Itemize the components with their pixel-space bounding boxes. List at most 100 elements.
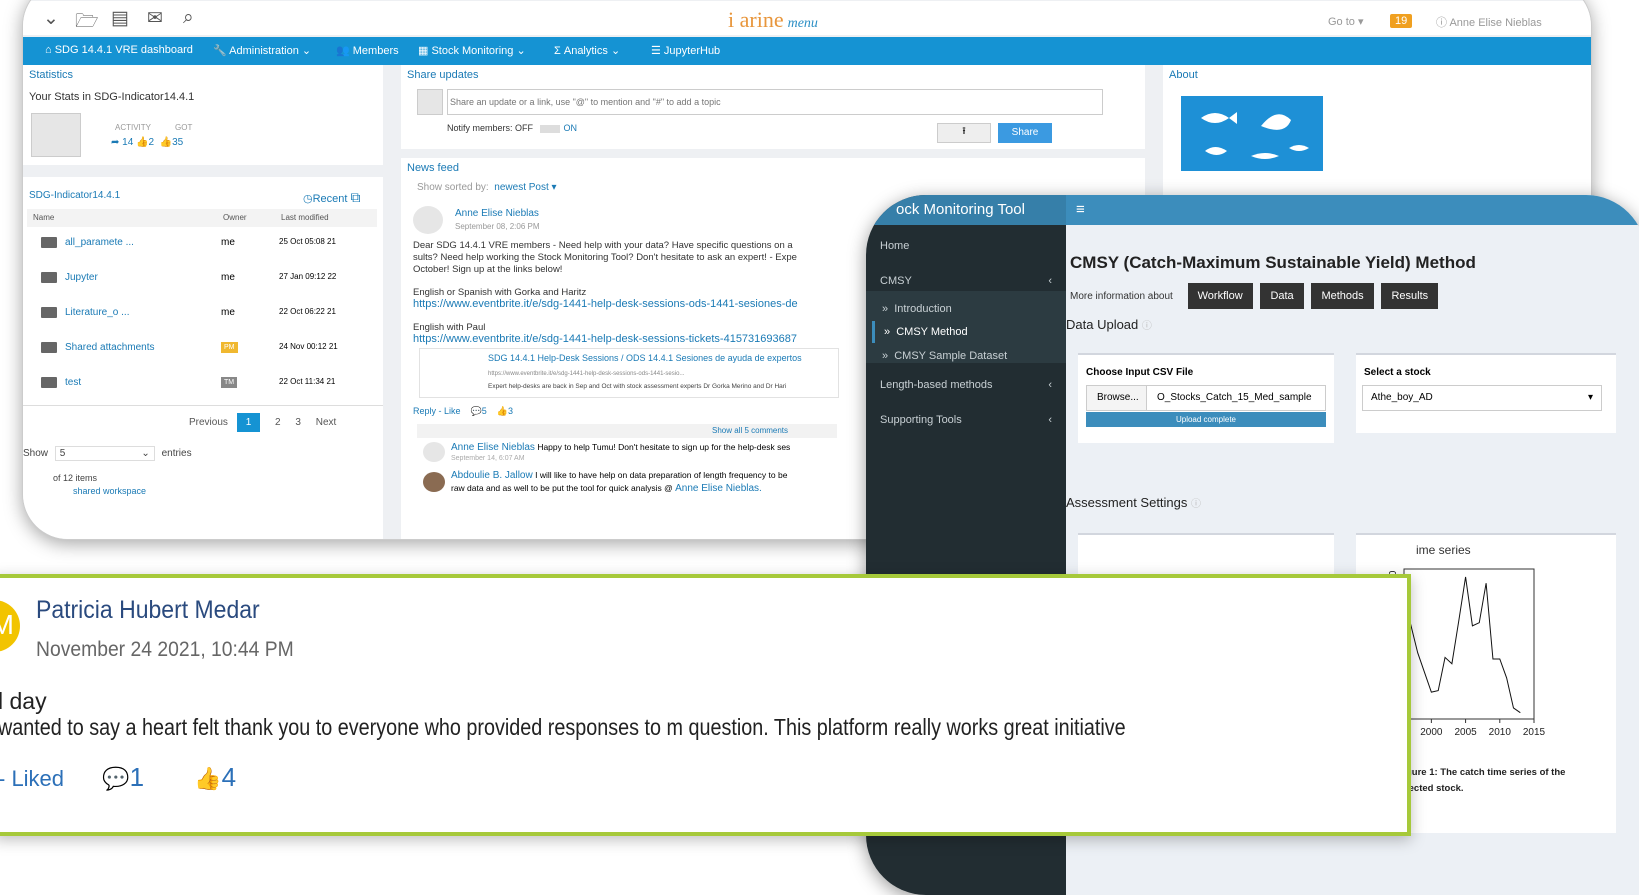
- comment-icon[interactable]: 💬: [471, 406, 482, 416]
- row-name[interactable]: Shared attachments: [65, 342, 155, 353]
- row-name[interactable]: Literature_o ...: [65, 307, 129, 318]
- comment-text: Happy to help Tumu! Don't hesitate to si…: [537, 442, 791, 452]
- info-icon[interactable]: ⓘ: [1191, 499, 1201, 510]
- avatar: [423, 442, 445, 462]
- sidebar-item-home[interactable]: Home: [880, 240, 909, 252]
- likes-count: 4: [221, 762, 237, 792]
- file-input[interactable]: Browse... O_Stocks_Catch_15_Med_sample: [1086, 385, 1326, 411]
- x-tick-label: 2005: [1454, 727, 1477, 738]
- table-row[interactable]: Jupyter me 27 Jan 09:12 22: [33, 272, 383, 306]
- table-row[interactable]: Shared attachments PM 24 Nov 00:12 21: [33, 342, 383, 376]
- workspace-panel: SDG-Indicator14.4.1 ◷Recent ⧉ Name Owner…: [23, 177, 383, 539]
- recent-link[interactable]: ◷Recent ⧉: [303, 189, 361, 206]
- sidebar-item-length-based[interactable]: Length-based methods ‹: [880, 379, 1052, 391]
- table-row[interactable]: all_paramete ... me 25 Oct 05:08 21: [33, 237, 383, 271]
- post-link[interactable]: https://www.eventbrite.it/e/sdg-1441-hel…: [413, 333, 797, 345]
- external-link-icon[interactable]: ⧉: [351, 189, 361, 205]
- comment-icon[interactable]: 💬: [102, 766, 129, 791]
- show-all-comments[interactable]: Show all 5 comments: [712, 426, 788, 435]
- sort-dropdown[interactable]: newest Post: [494, 182, 548, 193]
- nav-analytics[interactable]: Σ Analytics ⌄: [554, 44, 620, 57]
- info-icon[interactable]: ⓘ: [1142, 321, 1152, 332]
- chevron-left-icon: ‹: [1048, 414, 1052, 426]
- reply-like-link[interactable]: Reply - Like: [413, 406, 461, 416]
- comment-author[interactable]: Abdoulie B. Jallow: [451, 470, 533, 481]
- prev-page[interactable]: Previous: [189, 417, 228, 428]
- nav-members[interactable]: 👥 Members: [336, 44, 399, 57]
- hamburger-icon[interactable]: ≡: [1076, 201, 1085, 218]
- book-icon[interactable]: ▤: [111, 7, 129, 30]
- notification-badge[interactable]: 19: [1390, 14, 1413, 28]
- main-navbar: ⌂ SDG 14.4.1 VRE dashboard 🔧 Administrat…: [23, 37, 1591, 65]
- post-author[interactable]: Anne Elise Nieblas: [455, 208, 539, 219]
- recent-label: Recent: [312, 193, 348, 205]
- notify-toggle[interactable]: Notify members: OFF ON: [447, 123, 577, 133]
- liked-link[interactable]: - Liked: [0, 766, 64, 791]
- sidebar-item-supporting-tools[interactable]: Supporting Tools ‹: [880, 414, 1052, 426]
- section-title: Data Upload: [1066, 317, 1139, 332]
- comment-author[interactable]: Anne Elise Nieblas: [451, 442, 535, 453]
- logo-menu: menu: [787, 16, 818, 31]
- table-row[interactable]: Literature_o ... me 22 Oct 06:22 21: [33, 307, 383, 341]
- page-1[interactable]: 1: [236, 413, 261, 432]
- page-3[interactable]: 3: [295, 417, 301, 428]
- nav-dashboard[interactable]: ⌂ SDG 14.4.1 VRE dashboard: [45, 44, 193, 56]
- search-icon[interactable]: ⌕: [183, 7, 194, 29]
- post-link[interactable]: https://www.eventbrite.it/e/sdg-1441-hel…: [413, 298, 798, 310]
- results-button[interactable]: Results: [1381, 283, 1439, 309]
- sidebar-item-cmsy-method[interactable]: » CMSY Method: [884, 326, 968, 338]
- csv-upload-box: Choose Input CSV File Browse... O_Stocks…: [1078, 353, 1334, 443]
- chart-title: ime series: [1416, 543, 1471, 557]
- page-2[interactable]: 2: [275, 417, 281, 428]
- menu-arrow-icon[interactable]: ⌄: [43, 7, 59, 30]
- active-indicator: [872, 321, 875, 343]
- activity-label: ACTIVITY: [115, 123, 152, 132]
- thumbs-up-icon[interactable]: 👍: [497, 406, 508, 416]
- folder-icon[interactable]: 🗁: [75, 7, 99, 39]
- mail-icon[interactable]: ✉: [147, 7, 163, 30]
- user-menu[interactable]: ⓘ Anne Elise Nieblas: [1436, 14, 1542, 30]
- comment-date: September 14, 6:07 AM: [451, 455, 525, 462]
- toggle-switch[interactable]: [539, 124, 560, 133]
- entries-select[interactable]: 5 ⌄: [54, 446, 155, 461]
- next-page[interactable]: Next: [316, 417, 337, 428]
- nav-label: Analytics: [563, 45, 608, 57]
- sidebar-item-introduction[interactable]: » Introduction: [882, 303, 952, 315]
- row-name[interactable]: test: [65, 377, 81, 388]
- share-button[interactable]: Share: [998, 123, 1052, 143]
- row-name[interactable]: all_paramete ...: [65, 237, 134, 248]
- sidebar-item-cmsy[interactable]: CMSY ‹: [880, 275, 1052, 287]
- sidebar-label: Introduction: [894, 303, 952, 315]
- statistics-panel: Statistics Your Stats in SDG-Indicator14…: [23, 65, 383, 165]
- goto-dropdown[interactable]: Go to ▾: [1328, 15, 1363, 28]
- shared-workspace-link[interactable]: shared workspace: [73, 486, 146, 496]
- mention-link[interactable]: Anne Elise Nieblas.: [675, 483, 762, 494]
- nav-label: SDG 14.4.1 VRE dashboard: [54, 44, 193, 56]
- share-input[interactable]: [447, 89, 1103, 115]
- got-label: GOT: [175, 123, 193, 132]
- nav-stock-monitoring[interactable]: ▦ Stock Monitoring ⌄: [418, 44, 526, 57]
- link-preview[interactable]: SDG 14.4.1 Help-Desk Sessions / ODS 14.4…: [419, 348, 839, 398]
- post-author[interactable]: Patricia Hubert Medar: [36, 596, 260, 625]
- nav-jupyterhub[interactable]: ☰ JupyterHub: [651, 44, 720, 57]
- col-name: Name: [33, 213, 55, 222]
- row-owner: PM: [221, 342, 238, 353]
- file-name: O_Stocks_Catch_15_Med_sample: [1157, 392, 1312, 403]
- likes-count: 2: [148, 137, 155, 148]
- thumbs-up-icon[interactable]: 👍: [194, 766, 221, 791]
- sidebar-item-sample-dataset[interactable]: » CMSY Sample Dataset: [882, 350, 1007, 362]
- post-body-line: English or Spanish with Gorka and Haritz: [413, 287, 587, 298]
- row-modified: 22 Oct 06:22 21: [279, 307, 336, 316]
- upload-button[interactable]: ⭱: [937, 123, 991, 143]
- row-name[interactable]: Jupyter: [65, 272, 98, 283]
- preview-title[interactable]: SDG 14.4.1 Help-Desk Sessions / ODS 14.4…: [488, 353, 802, 363]
- browse-button[interactable]: Browse...: [1087, 386, 1147, 410]
- methods-button[interactable]: Methods: [1311, 283, 1374, 309]
- data-button[interactable]: Data: [1260, 283, 1304, 309]
- comment-text: I will like to have help on data prepara…: [535, 470, 788, 480]
- logo: i arine menu: [728, 7, 818, 33]
- row-modified: 25 Oct 05:08 21: [279, 237, 336, 246]
- stock-select[interactable]: Athe_boy_AD ▾: [1362, 385, 1602, 411]
- nav-administration[interactable]: 🔧 Administration ⌄: [213, 44, 311, 57]
- workflow-button[interactable]: Workflow: [1187, 283, 1253, 309]
